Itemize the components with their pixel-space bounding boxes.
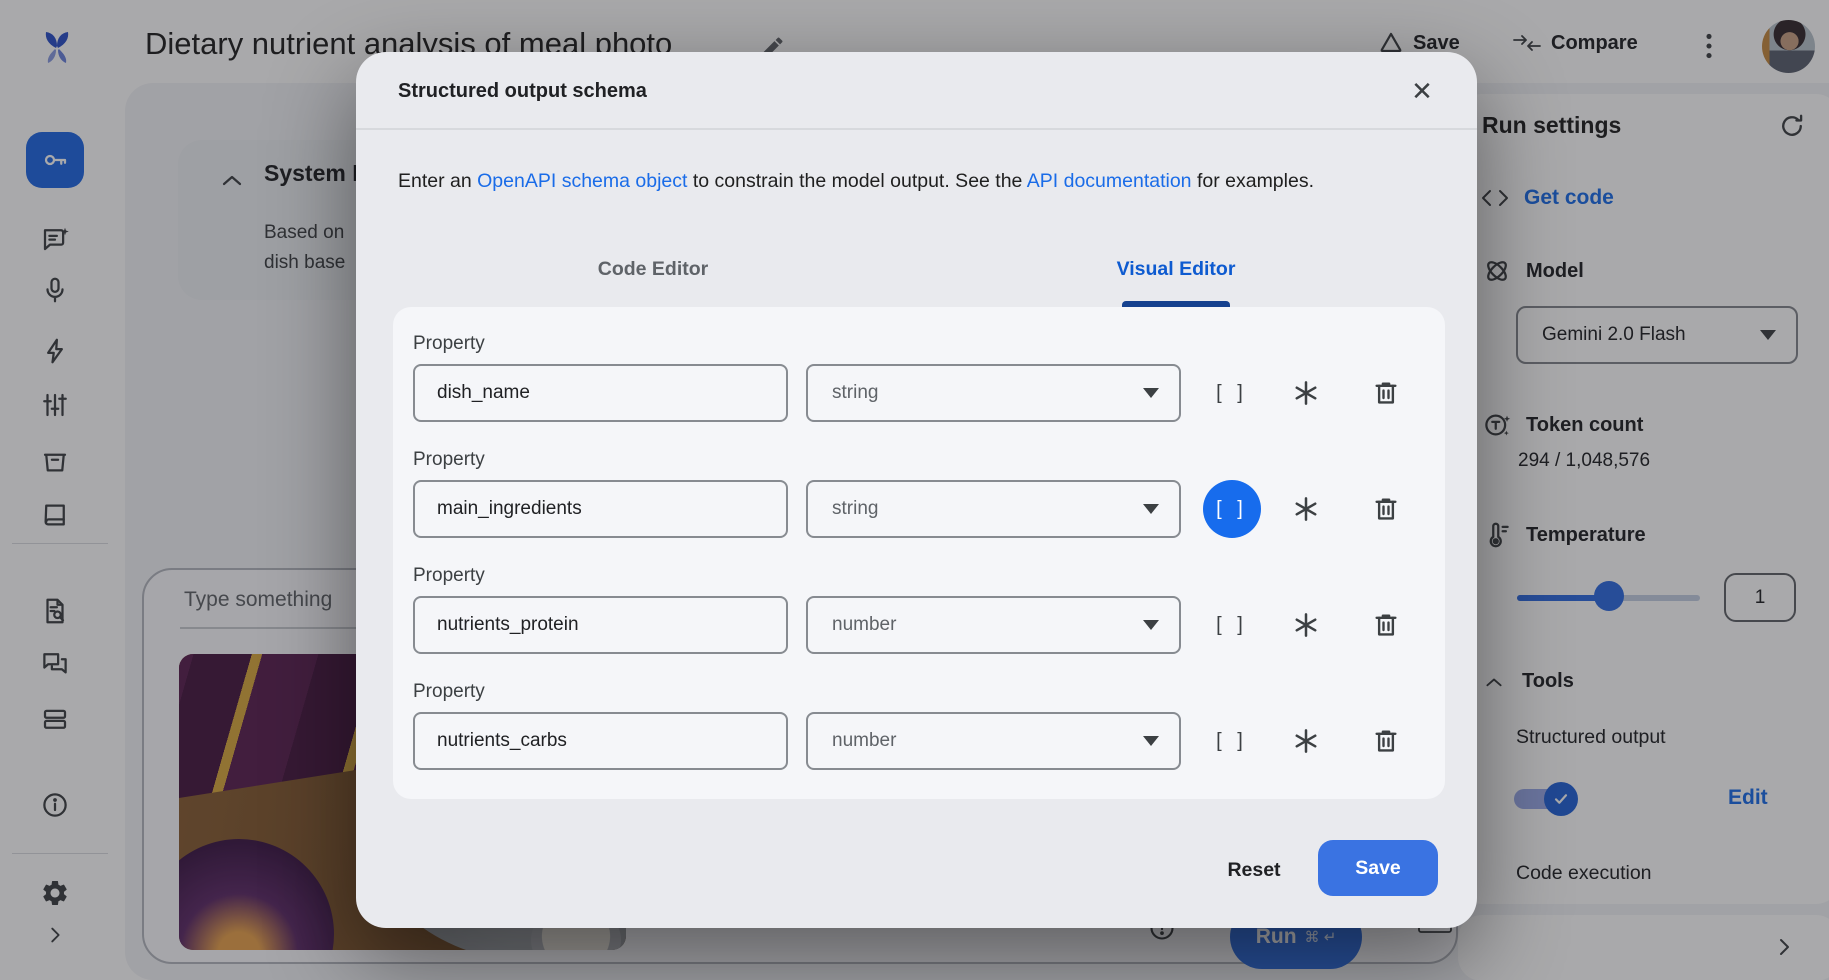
reset-button[interactable]: Reset — [1204, 850, 1304, 890]
schema-property-row: Property dish_name string [ ] — [393, 315, 1445, 431]
property-label: Property — [413, 449, 485, 471]
delete-property-button[interactable] — [1371, 726, 1401, 756]
property-label: Property — [413, 565, 485, 587]
tab-code-editor[interactable]: Code Editor — [543, 258, 763, 281]
property-type-select[interactable]: string — [806, 480, 1181, 538]
openapi-schema-link[interactable]: OpenAPI schema object — [477, 170, 687, 192]
delete-property-button[interactable] — [1371, 494, 1401, 524]
required-asterisk-button[interactable] — [1291, 610, 1321, 640]
dialog-header: Structured output schema ✕ — [356, 52, 1477, 130]
save-schema-button[interactable]: Save — [1318, 840, 1438, 896]
chevron-down-icon — [1143, 620, 1159, 630]
array-toggle-button[interactable]: [ ] — [1203, 596, 1261, 654]
required-asterisk-button[interactable] — [1291, 494, 1321, 524]
property-name-input[interactable]: nutrients_protein — [413, 596, 788, 654]
dialog-title: Structured output schema — [398, 52, 647, 130]
chevron-down-icon — [1143, 388, 1159, 398]
property-name-input[interactable]: nutrients_carbs — [413, 712, 788, 770]
property-label: Property — [413, 333, 485, 355]
property-label: Property — [413, 681, 485, 703]
delete-property-button[interactable] — [1371, 378, 1401, 408]
property-type-select[interactable]: number — [806, 712, 1181, 770]
array-toggle-button[interactable]: [ ] — [1203, 712, 1261, 770]
structured-output-schema-dialog: Structured output schema ✕ Enter an Open… — [356, 52, 1477, 928]
schema-properties-panel: Property dish_name string [ ] Property m… — [393, 307, 1445, 799]
required-asterisk-button[interactable] — [1291, 378, 1321, 408]
chevron-down-icon — [1143, 736, 1159, 746]
property-name-input[interactable]: main_ingredients — [413, 480, 788, 538]
schema-property-row: Property nutrients_carbs number [ ] — [393, 663, 1445, 779]
tab-visual-editor[interactable]: Visual Editor — [1066, 258, 1286, 281]
schema-property-row: Property nutrients_protein number [ ] — [393, 547, 1445, 663]
property-type-select[interactable]: string — [806, 364, 1181, 422]
array-toggle-button[interactable]: [ ] — [1203, 480, 1261, 538]
chevron-down-icon — [1143, 504, 1159, 514]
required-asterisk-button[interactable] — [1291, 726, 1321, 756]
schema-property-row: Property main_ingredients string [ ] — [393, 431, 1445, 547]
delete-property-button[interactable] — [1371, 610, 1401, 640]
close-icon[interactable]: ✕ — [1405, 74, 1439, 108]
dialog-description: Enter an OpenAPI schema object to constr… — [398, 170, 1314, 193]
property-name-input[interactable]: dish_name — [413, 364, 788, 422]
api-documentation-link[interactable]: API documentation — [1027, 170, 1192, 192]
property-type-select[interactable]: number — [806, 596, 1181, 654]
array-toggle-button[interactable]: [ ] — [1203, 364, 1261, 422]
